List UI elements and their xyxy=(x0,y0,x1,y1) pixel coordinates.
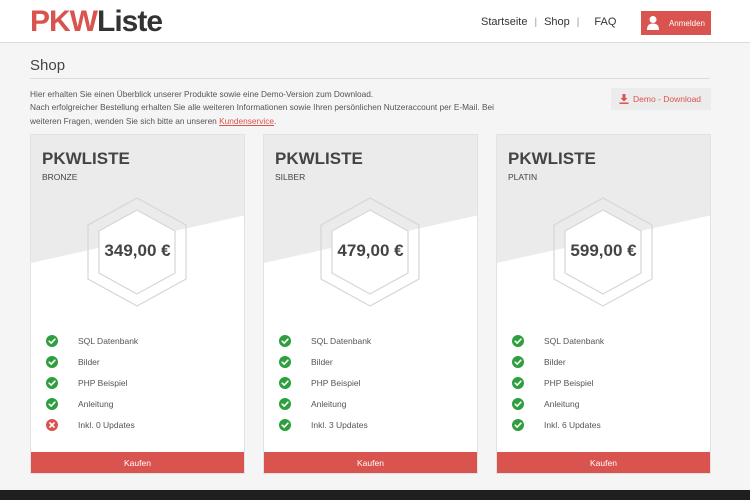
feature-label: Bilder xyxy=(544,356,566,367)
buy-button[interactable]: Kaufen xyxy=(497,452,710,473)
nav-separator: | xyxy=(534,16,538,28)
customer-service-link[interactable]: Kundenservice xyxy=(219,116,274,126)
nav-item-shop[interactable]: Shop xyxy=(544,16,570,28)
check-icon xyxy=(46,376,58,389)
check-icon xyxy=(46,397,58,410)
feature-label: Bilder xyxy=(78,356,100,367)
check-icon xyxy=(512,397,524,410)
feature-item: SQL Datenbank xyxy=(279,330,371,351)
nav-item-faq[interactable]: FAQ xyxy=(594,16,616,28)
check-icon xyxy=(279,334,291,347)
product-card: PKWLISTE SILBER 479,00 € SQL Datenbank B… xyxy=(263,134,478,474)
feature-label: SQL Datenbank xyxy=(544,335,605,346)
feature-item: SQL Datenbank xyxy=(46,330,138,351)
product-name: PKWLISTE xyxy=(275,149,363,168)
site-logo[interactable]: PKWListe xyxy=(30,5,163,39)
nav-item-startseite[interactable]: Startseite xyxy=(481,16,527,28)
feature-item: Anleitung xyxy=(512,393,604,414)
feature-label: Inkl. 3 Updates xyxy=(311,419,368,430)
product-name: PKWLISTE xyxy=(42,149,130,168)
feature-item: Bilder xyxy=(279,351,371,372)
feature-label: Inkl. 0 Updates xyxy=(78,419,135,430)
product-card: PKWLISTE PLATIN 599,00 € SQL Datenbank B… xyxy=(496,134,711,474)
feature-list: SQL Datenbank Bilder PHP Beispiel Anleit… xyxy=(512,330,604,435)
check-icon xyxy=(512,418,524,431)
product-tier: PLATIN xyxy=(508,172,538,182)
main-nav: Startseite | Shop | FAQ xyxy=(481,16,616,28)
intro-end: . xyxy=(274,115,277,126)
site-header: PKWListe Startseite | Shop | FAQ Anmelde… xyxy=(0,0,750,43)
feature-label: Bilder xyxy=(311,356,333,367)
feature-label: SQL Datenbank xyxy=(311,335,372,346)
check-icon xyxy=(279,376,291,389)
feature-item: Inkl. 3 Updates xyxy=(279,414,371,435)
check-icon xyxy=(46,334,58,347)
feature-item: PHP Beispiel xyxy=(279,372,371,393)
product-price: 349,00 € xyxy=(104,241,171,260)
intro-line-1: Hier erhalten Sie einen Überblick unsere… xyxy=(30,89,374,99)
product-price: 599,00 € xyxy=(570,241,637,260)
feature-label: PHP Beispiel xyxy=(78,377,128,388)
divider xyxy=(30,78,710,79)
footer-strip xyxy=(0,490,750,500)
user-icon xyxy=(647,16,659,30)
feature-label: PHP Beispiel xyxy=(544,377,594,388)
product-price: 479,00 € xyxy=(337,241,404,260)
feature-item: Inkl. 0 Updates xyxy=(46,414,138,435)
feature-label: Anleitung xyxy=(78,398,114,409)
login-button[interactable]: Anmelden xyxy=(641,11,711,35)
feature-label: Inkl. 6 Updates xyxy=(544,419,601,430)
logo-primary: PKW xyxy=(30,5,98,38)
product-tier: SILBER xyxy=(275,172,306,182)
check-icon xyxy=(279,355,291,368)
feature-list: SQL Datenbank Bilder PHP Beispiel Anleit… xyxy=(46,330,138,435)
buy-button[interactable]: Kaufen xyxy=(264,452,477,473)
feature-label: Anleitung xyxy=(544,398,580,409)
intro-text: Hier erhalten Sie einen Überblick unsere… xyxy=(30,88,510,128)
feature-label: PHP Beispiel xyxy=(311,377,361,388)
download-icon xyxy=(619,94,629,104)
feature-item: Anleitung xyxy=(46,393,138,414)
page-title: Shop xyxy=(30,57,66,74)
cross-icon xyxy=(46,418,58,431)
feature-list: SQL Datenbank Bilder PHP Beispiel Anleit… xyxy=(279,330,371,435)
product-name: PKWLISTE xyxy=(508,149,596,168)
product-card: PKWLISTE BRONZE 349,00 € SQL Datenbank B… xyxy=(30,134,245,474)
feature-item: Bilder xyxy=(512,351,604,372)
feature-item: PHP Beispiel xyxy=(46,372,138,393)
feature-item: Bilder xyxy=(46,351,138,372)
demo-download-button[interactable]: Demo - Download xyxy=(611,88,711,110)
buy-button[interactable]: Kaufen xyxy=(31,452,244,473)
feature-label: Anleitung xyxy=(311,398,347,409)
check-icon xyxy=(279,418,291,431)
nav-separator: | xyxy=(576,16,580,28)
feature-item: SQL Datenbank xyxy=(512,330,604,351)
product-tier: BRONZE xyxy=(42,172,78,182)
login-label: Anmelden xyxy=(668,18,705,28)
feature-item: PHP Beispiel xyxy=(512,372,604,393)
check-icon xyxy=(512,376,524,389)
feature-label: SQL Datenbank xyxy=(78,335,139,346)
check-icon xyxy=(512,355,524,368)
feature-item: Inkl. 6 Updates xyxy=(512,414,604,435)
check-icon xyxy=(279,397,291,410)
check-icon xyxy=(512,334,524,347)
logo-secondary: Liste xyxy=(97,5,163,38)
demo-download-label: Demo - Download xyxy=(633,94,702,104)
feature-item: Anleitung xyxy=(279,393,371,414)
check-icon xyxy=(46,355,58,368)
